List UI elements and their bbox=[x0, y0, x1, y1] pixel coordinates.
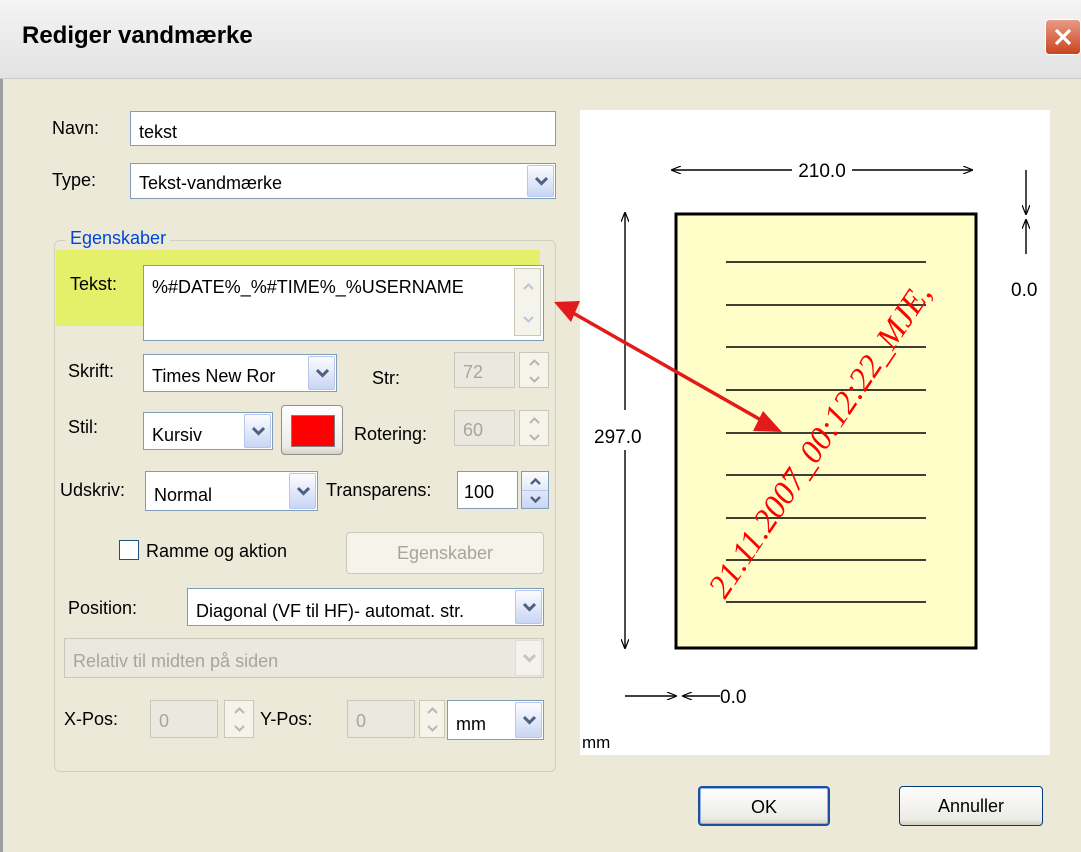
font-dropdown-button[interactable] bbox=[308, 356, 335, 390]
text-label: Tekst: bbox=[70, 274, 118, 294]
properties-button[interactable]: Egenskaber bbox=[346, 532, 544, 574]
arrow-line bbox=[558, 303, 776, 430]
chevron-down-icon bbox=[252, 426, 265, 436]
chevron-up-icon bbox=[522, 282, 534, 290]
print-label: Udskriv: bbox=[60, 480, 126, 500]
position-value: Diagonal (VF til HF)- automat. str. bbox=[196, 601, 465, 621]
frame-action-label[interactable]: Ramme og aktion bbox=[146, 541, 287, 562]
chevron-up-icon bbox=[529, 358, 540, 366]
chevron-down-icon bbox=[234, 725, 245, 732]
ok-button[interactable]: OK bbox=[698, 786, 830, 826]
spin-up-button[interactable] bbox=[225, 701, 253, 719]
print-value: Normal bbox=[154, 485, 213, 505]
xpos-input[interactable]: 0 bbox=[150, 700, 218, 738]
dialog-title: Rediger vandmærke bbox=[22, 22, 253, 49]
chevron-down-icon bbox=[523, 653, 536, 663]
ypos-spinner[interactable] bbox=[419, 700, 445, 738]
right-offset-value: 0.0 bbox=[1011, 280, 1037, 301]
width-dimension: 210.0 bbox=[798, 161, 846, 182]
print-dropdown[interactable]: Normal bbox=[145, 471, 318, 511]
chevron-down-icon bbox=[535, 176, 548, 186]
close-button[interactable] bbox=[1045, 19, 1081, 55]
style-dropdown-button[interactable] bbox=[244, 414, 271, 448]
color-swatch bbox=[291, 415, 335, 447]
position-dropdown-button[interactable] bbox=[515, 590, 542, 624]
style-label: Stil: bbox=[68, 417, 99, 437]
chevron-up-icon bbox=[530, 478, 541, 485]
scroll-down-button[interactable] bbox=[515, 302, 540, 335]
chevron-up-icon bbox=[529, 416, 540, 424]
scroll-up-button[interactable] bbox=[515, 269, 540, 302]
type-dropdown-button[interactable] bbox=[527, 165, 554, 197]
spin-down-button[interactable] bbox=[420, 719, 444, 737]
relative-dropdown[interactable]: Relativ til midten på siden bbox=[64, 638, 544, 678]
unit-label: mm bbox=[582, 733, 610, 752]
font-label: Skrift: bbox=[68, 361, 115, 381]
position-dropdown[interactable]: Diagonal (VF til HF)- automat. str. bbox=[187, 588, 544, 626]
style-dropdown[interactable]: Kursiv bbox=[143, 412, 273, 450]
chevron-down-icon bbox=[530, 496, 541, 503]
close-icon bbox=[1054, 28, 1072, 46]
spin-up-button[interactable] bbox=[522, 472, 548, 491]
arrow-head-end bbox=[753, 411, 782, 432]
xpos-label: X-Pos: bbox=[64, 709, 119, 729]
transparency-label: Transparens: bbox=[326, 480, 432, 500]
position-label: Position: bbox=[68, 598, 138, 618]
chevron-down-icon bbox=[316, 368, 329, 378]
annotation-arrow bbox=[554, 301, 782, 432]
text-scrollbar[interactable] bbox=[514, 268, 541, 336]
arrow-head-start bbox=[554, 301, 580, 322]
spin-down-button[interactable] bbox=[225, 719, 253, 737]
frame-action-checkbox[interactable] bbox=[119, 540, 139, 560]
text-input[interactable]: %#DATE%_%#TIME%_%USERNAME bbox=[143, 265, 544, 341]
transparency-spinner[interactable] bbox=[521, 471, 549, 509]
font-value: Times New Ror bbox=[152, 366, 276, 386]
ypos-input[interactable]: 0 bbox=[347, 700, 415, 738]
cancel-button[interactable]: Annuller bbox=[899, 786, 1043, 826]
transparency-input[interactable]: 100 bbox=[457, 471, 518, 509]
chevron-down-icon bbox=[297, 486, 310, 496]
xpos-spinner[interactable] bbox=[224, 700, 254, 738]
relative-value: Relativ til midten på siden bbox=[73, 651, 279, 671]
chevron-down-icon bbox=[523, 602, 536, 612]
text-value: %#DATE%_%#TIME%_%USERNAME bbox=[152, 277, 464, 297]
chevron-down-icon bbox=[523, 715, 536, 725]
size-label: Str: bbox=[372, 368, 401, 388]
bottom-offset-value: 0.0 bbox=[720, 687, 746, 708]
properties-group-title: Egenskaber bbox=[66, 228, 171, 249]
chevron-down-icon bbox=[522, 315, 534, 323]
rotation-input[interactable]: 60 bbox=[454, 410, 515, 446]
name-label: Navn: bbox=[52, 118, 100, 138]
size-input[interactable]: 72 bbox=[454, 352, 515, 388]
chevron-down-icon bbox=[529, 433, 540, 441]
spin-up-button[interactable] bbox=[420, 701, 444, 719]
type-value: Tekst-vandmærke bbox=[139, 173, 283, 193]
type-dropdown[interactable]: Tekst-vandmærke bbox=[130, 163, 556, 199]
chevron-up-icon bbox=[427, 707, 438, 714]
unit-dropdown[interactable]: mm bbox=[447, 700, 544, 740]
unit-dropdown-button[interactable] bbox=[515, 702, 542, 738]
chevron-up-icon bbox=[234, 707, 245, 714]
font-dropdown[interactable]: Times New Ror bbox=[143, 354, 337, 392]
rotation-label: Rotering: bbox=[354, 424, 428, 444]
print-dropdown-button[interactable] bbox=[289, 473, 316, 509]
type-label: Type: bbox=[52, 170, 97, 190]
relative-dropdown-button[interactable] bbox=[515, 640, 542, 676]
style-value: Kursiv bbox=[152, 425, 203, 445]
spin-down-button[interactable] bbox=[522, 490, 548, 508]
unit-value: mm bbox=[456, 714, 486, 734]
ypos-label: Y-Pos: bbox=[260, 709, 313, 729]
chevron-down-icon bbox=[529, 375, 540, 383]
window-border bbox=[0, 79, 3, 852]
name-input[interactable]: tekst bbox=[130, 111, 556, 146]
color-button[interactable] bbox=[281, 405, 343, 455]
chevron-down-icon bbox=[427, 725, 438, 732]
